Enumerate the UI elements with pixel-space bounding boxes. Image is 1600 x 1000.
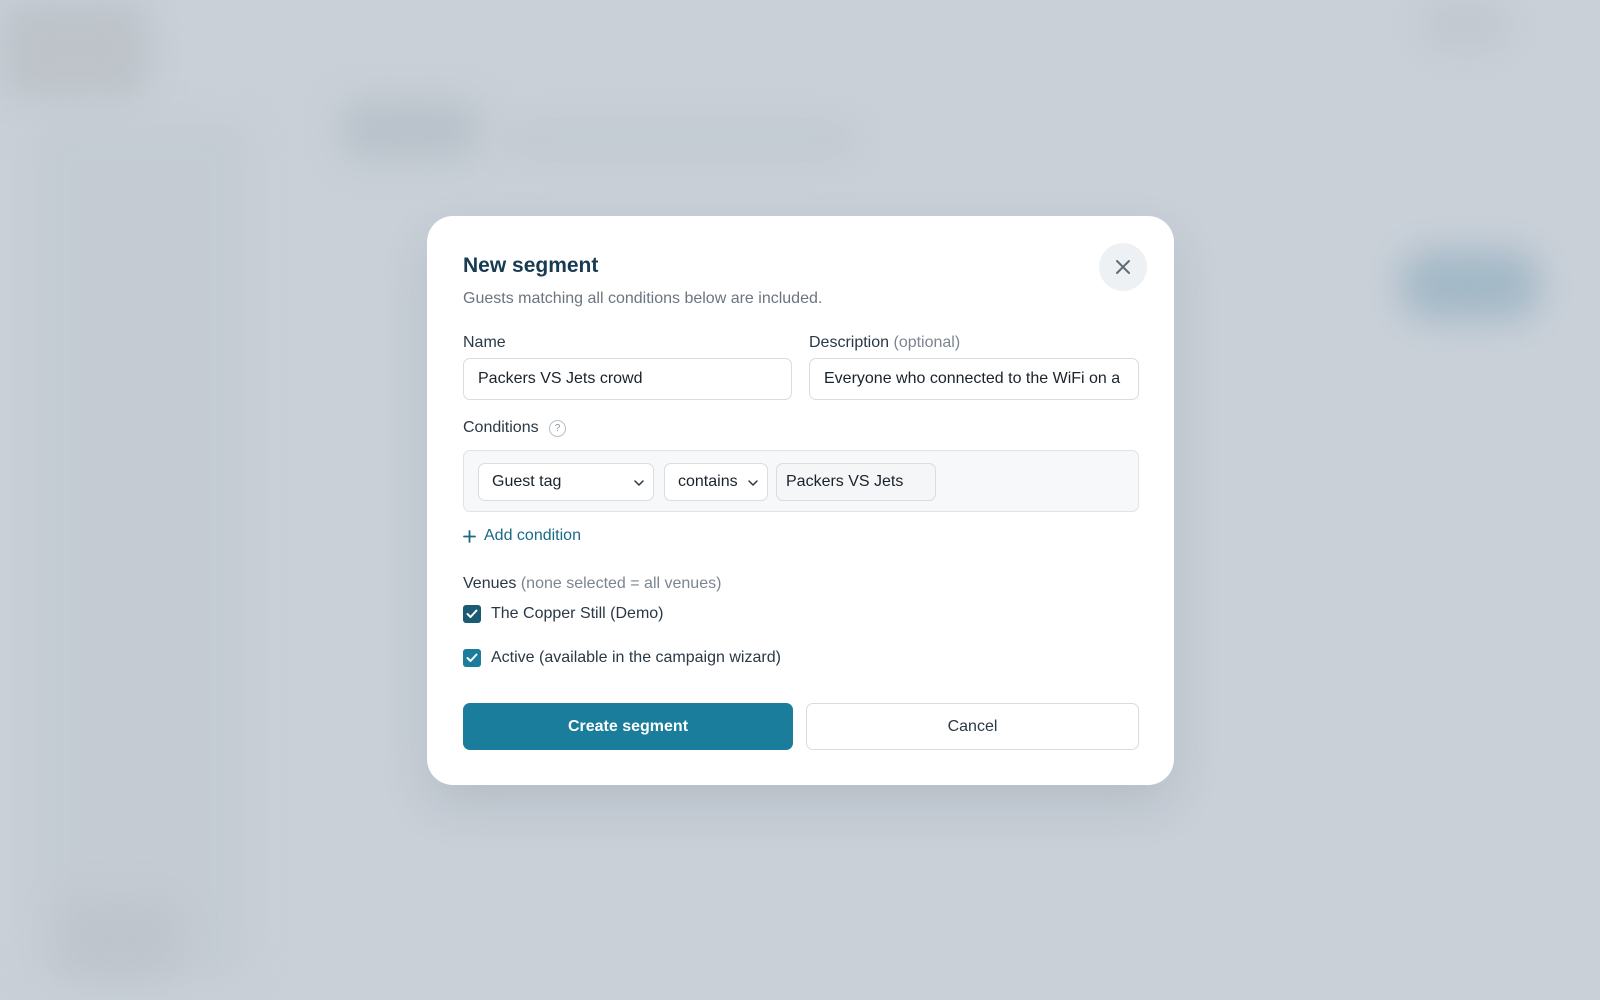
add-condition-label: Add condition	[484, 527, 581, 544]
condition-operator-select[interactable]: contains	[664, 463, 768, 501]
venues-hint: (none selected = all venues)	[520, 575, 722, 592]
backdrop-shape	[0, 0, 150, 100]
add-condition-button[interactable]: Add condition	[463, 527, 581, 545]
backdrop-shape	[60, 900, 180, 980]
backdrop-shape	[1420, 0, 1510, 50]
create-segment-button[interactable]: Create segment	[463, 703, 793, 750]
chevron-down-icon	[748, 480, 758, 486]
condition-row: Guest tag contains Packers VS Jets	[463, 450, 1139, 512]
plus-icon	[463, 529, 476, 543]
dialog-subtitle: Guests matching all conditions below are…	[463, 290, 823, 307]
description-label: Description (optional)	[809, 334, 960, 352]
name-label: Name	[463, 334, 506, 351]
conditions-label: Conditions	[463, 419, 539, 436]
help-icon[interactable]: ?	[549, 420, 566, 437]
active-checkbox[interactable]	[463, 649, 481, 667]
venues-label-text: Venues	[463, 575, 517, 592]
condition-field-value: Guest tag	[492, 473, 562, 490]
description-label-text: Description	[809, 334, 890, 351]
checkmark-icon	[466, 653, 478, 662]
venues-label: Venues (none selected = all venues)	[463, 575, 721, 593]
backdrop-sidebar	[30, 120, 250, 980]
backdrop-shape	[340, 100, 480, 160]
condition-operator-value: contains	[678, 473, 738, 490]
venue-option[interactable]: The Copper Still (Demo)	[463, 605, 664, 623]
cancel-button[interactable]: Cancel	[806, 703, 1139, 750]
backdrop-shape	[500, 120, 860, 160]
checkmark-icon	[466, 609, 478, 618]
venue-checkbox[interactable]	[463, 605, 481, 623]
dialog-title: New segment	[463, 254, 599, 277]
active-option[interactable]: Active (available in the campaign wizard…	[463, 649, 781, 667]
condition-value-input[interactable]: Packers VS Jets	[776, 463, 936, 501]
close-button[interactable]	[1099, 243, 1147, 291]
description-input[interactable]: Everyone who connected to the WiFi on a	[809, 358, 1139, 400]
new-segment-dialog: New segment Guests matching all conditio…	[427, 216, 1174, 785]
condition-field-select[interactable]: Guest tag	[478, 463, 654, 501]
chevron-down-icon	[634, 480, 644, 486]
name-input[interactable]: Packers VS Jets crowd	[463, 358, 792, 400]
active-option-label: Active (available in the campaign wizard…	[491, 649, 781, 666]
venue-option-label: The Copper Still (Demo)	[491, 605, 664, 622]
close-icon	[1116, 260, 1130, 274]
description-optional-hint: (optional)	[893, 334, 961, 351]
backdrop-button	[1400, 250, 1540, 320]
